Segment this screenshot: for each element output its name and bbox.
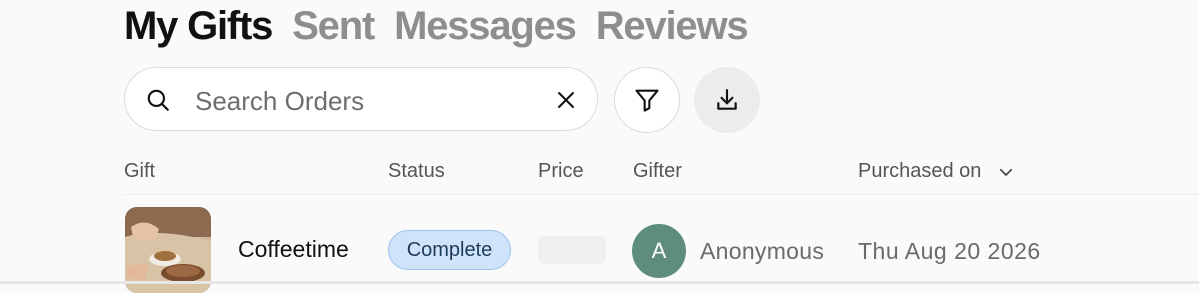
status-badge: Complete (388, 230, 511, 270)
column-header-purchased-on[interactable]: Purchased on (858, 160, 1015, 183)
avatar: A (632, 224, 686, 278)
gift-name: Coffeetime (238, 236, 349, 262)
chevron-down-icon (1000, 168, 1013, 176)
filter-button[interactable] (614, 67, 680, 133)
tab-messages[interactable]: Messages (394, 2, 577, 50)
download-button[interactable] (694, 67, 760, 133)
tab-reviews[interactable]: Reviews (596, 2, 749, 50)
column-header-gift: Gift (124, 160, 156, 182)
tab-my-gifts[interactable]: My Gifts (124, 2, 273, 50)
header-divider (124, 194, 1199, 195)
close-icon[interactable] (554, 88, 578, 112)
search-bar (124, 67, 598, 131)
gifter-name: Anonymous (700, 238, 825, 264)
filter-icon (635, 89, 659, 112)
price-placeholder (538, 236, 606, 264)
tab-sent[interactable]: Sent (292, 2, 375, 50)
column-header-status: Status (388, 160, 445, 182)
tab-bar: My Gifts Sent Messages Reviews (124, 2, 749, 50)
download-icon (717, 89, 737, 110)
purchase-date: Thu Aug 20 2026 (858, 238, 1041, 264)
column-header-gifter: Gifter (633, 160, 682, 182)
search-input[interactable] (193, 82, 537, 120)
search-icon (147, 89, 169, 111)
column-header-price: Price (538, 160, 584, 182)
column-header-purchased-on-label: Purchased on (858, 160, 982, 182)
